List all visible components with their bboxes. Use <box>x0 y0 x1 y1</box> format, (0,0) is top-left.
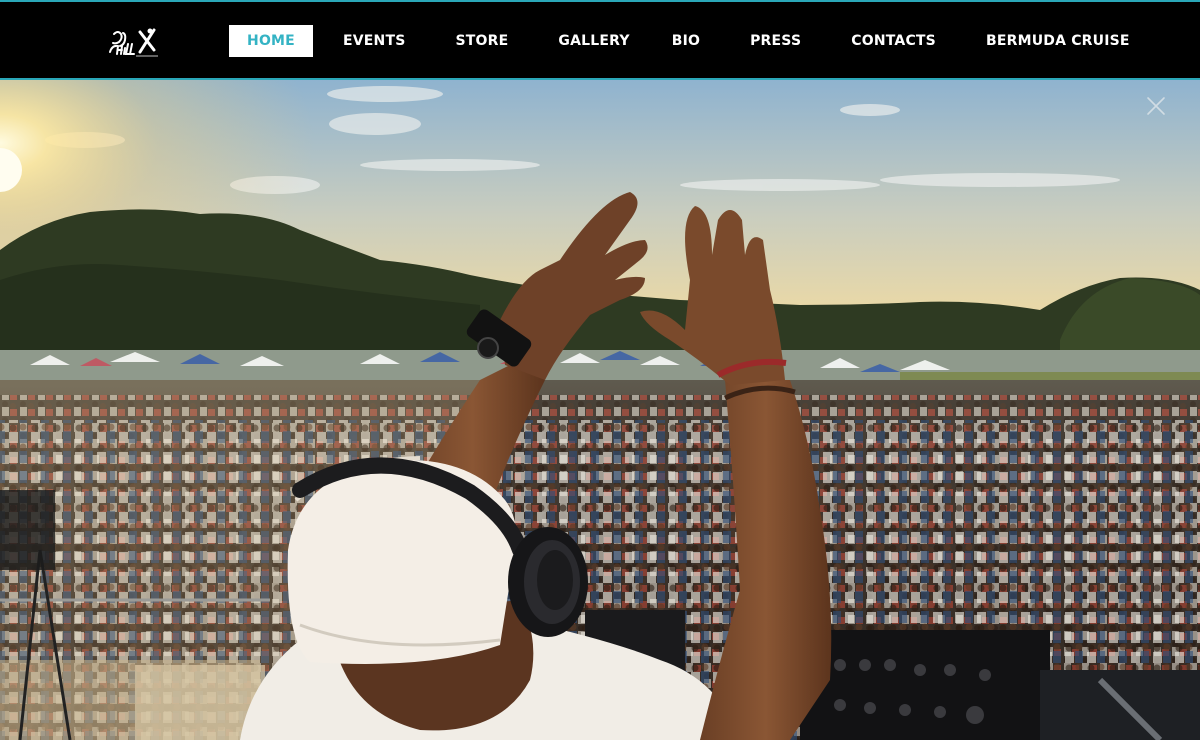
nav-home[interactable]: HOME <box>229 25 313 57</box>
close-icon[interactable] <box>1146 96 1166 116</box>
nav-bermuda-cruise[interactable]: BERMUDA CRUISE <box>958 25 1158 57</box>
close-x-glyph <box>1147 97 1165 115</box>
dj-chill-x-logo-icon <box>109 28 158 57</box>
main-nav: HOME EVENTS STORE GALLERY BIO PRESS CONT… <box>229 25 1158 57</box>
nav-events[interactable]: EVENTS <box>323 25 426 57</box>
nav-press[interactable]: PRESS <box>722 25 829 57</box>
site-header: HOME EVENTS STORE GALLERY BIO PRESS CONT… <box>0 0 1200 80</box>
nav-gallery[interactable]: GALLERY <box>538 25 649 57</box>
page: HOME EVENTS STORE GALLERY BIO PRESS CONT… <box>0 0 1200 740</box>
festival-scene-illustration <box>0 80 1200 740</box>
nav-store[interactable]: STORE <box>426 25 539 57</box>
site-logo[interactable] <box>106 24 162 60</box>
hero-image <box>0 80 1200 740</box>
nav-bio[interactable]: BIO <box>650 25 722 57</box>
nav-contacts[interactable]: CONTACTS <box>829 25 958 57</box>
